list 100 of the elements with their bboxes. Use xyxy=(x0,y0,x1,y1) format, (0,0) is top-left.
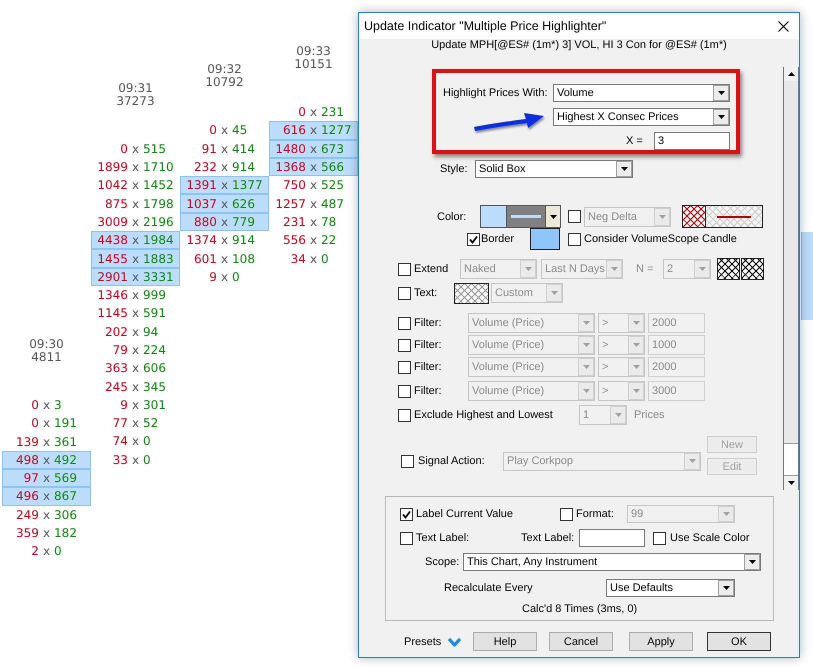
dropdown[interactable]: Highest X Consec Prices xyxy=(553,108,730,126)
down-arrow-icon[interactable] xyxy=(788,481,794,485)
checkbox[interactable] xyxy=(568,232,581,246)
window-title: Update Indicator "Multiple Price Highlighter" xyxy=(364,19,606,33)
checkbox[interactable] xyxy=(401,454,414,468)
volume-cell-text: 202 x 94 xyxy=(104,324,160,341)
volume-cell-text: 231 x 78 xyxy=(282,214,338,231)
checkbox-label: Border xyxy=(481,233,516,245)
close-icon[interactable] xyxy=(778,20,789,32)
dropdown[interactable]: Use Defaults xyxy=(606,579,735,597)
volume-cell-text: 0 x 231 xyxy=(297,104,345,122)
volume-cell-text: 2 x 0 xyxy=(30,543,63,560)
checkbox-label: Text: xyxy=(414,287,438,299)
checkbox[interactable] xyxy=(400,532,413,544)
dropdown[interactable]: Volume xyxy=(553,84,730,102)
volume-cell: 616 x 1277 xyxy=(269,121,358,140)
field-label: Prices xyxy=(634,409,666,421)
volume-cell-text: 875 x 1798 xyxy=(104,196,175,213)
checkbox[interactable] xyxy=(398,360,411,374)
bar-volume: 10151 xyxy=(294,58,333,71)
checkbox[interactable] xyxy=(560,508,573,520)
checkbox-label: Signal Action: xyxy=(418,455,486,467)
color-swatch[interactable] xyxy=(530,228,560,250)
checkbox-label: Format: xyxy=(576,508,615,520)
field-label: Color: xyxy=(437,210,468,222)
volume-cell: 880 x 779 xyxy=(180,212,269,232)
volume-cell-text: 0 x 45 xyxy=(208,122,248,140)
volume-cell-text: 1899 x 1710 xyxy=(96,159,175,176)
volume-cell-text: 9 x 301 xyxy=(119,396,167,414)
caret-icon[interactable] xyxy=(550,214,556,218)
pattern-swatch[interactable] xyxy=(454,282,489,304)
volume-cell-text: 139 x 361 xyxy=(15,434,78,451)
volume-cell: 1480 x 673 xyxy=(269,140,358,158)
checkbox-label: Extend xyxy=(414,263,450,275)
caret-icon[interactable] xyxy=(748,560,756,564)
checkbox[interactable] xyxy=(400,508,413,520)
field-label: Text Label: xyxy=(521,532,576,544)
volume-cell-text: 79 x 224 xyxy=(112,342,167,359)
volume-cell-text: 1346 x 999 xyxy=(96,287,167,304)
pattern-swatch[interactable] xyxy=(741,258,764,280)
volume-cell-text: 91 x 414 xyxy=(200,140,256,158)
dropdown[interactable]: Solid Box xyxy=(475,160,633,178)
dialog-button[interactable]: Cancel xyxy=(549,632,613,651)
checkbox-label: Filter: xyxy=(414,317,442,329)
volume-cell-text: 363 x 606 xyxy=(104,360,167,378)
checkbox-label: Text Label: xyxy=(416,532,470,544)
volume-cell: 4438 x 1984 xyxy=(91,231,180,250)
volume-cell-text: 9 x 0 xyxy=(208,268,241,286)
checkbox-label: Filter: xyxy=(414,385,442,397)
volume-cell: 1455 x 1883 xyxy=(91,249,180,268)
dialog-button[interactable]: Apply xyxy=(629,632,693,651)
volume-cell-text: 245 x 345 xyxy=(104,378,167,396)
checkbox-label: Use Scale Color xyxy=(670,532,750,544)
caret-icon[interactable] xyxy=(718,91,724,95)
chevron-down-icon[interactable] xyxy=(448,636,461,646)
pattern-swatch[interactable] xyxy=(717,258,740,280)
field-label: Recalculate Every xyxy=(444,582,534,594)
volume-cell: 1037 x 626 xyxy=(180,194,269,213)
checkbox[interactable] xyxy=(398,262,411,276)
field-label: N = xyxy=(636,263,654,275)
checkbox[interactable] xyxy=(398,286,411,300)
volume-cell-text: 34 x 0 xyxy=(290,250,330,268)
volume-cell: 1368 x 566 xyxy=(269,158,358,176)
scroll-thumb[interactable] xyxy=(784,443,798,476)
caret-icon[interactable] xyxy=(722,586,730,590)
volume-cell-text: 1145 x 591 xyxy=(96,305,167,322)
checkbox[interactable] xyxy=(398,408,411,422)
volume-cell-text: 750 x 525 xyxy=(282,177,345,194)
volume-cell-text: 359 x 182 xyxy=(15,525,78,542)
volume-cell-text: 3009 x 2196 xyxy=(96,214,175,231)
volume-cell-text: 601 x 108 xyxy=(193,250,256,268)
dropdown[interactable]: This Chart, Any Instrument xyxy=(463,553,761,571)
input-field[interactable] xyxy=(579,529,645,547)
checkbox[interactable] xyxy=(398,316,411,330)
checkbox[interactable] xyxy=(398,384,411,398)
bar-time: 09:32 xyxy=(207,63,242,76)
checkbox[interactable] xyxy=(467,232,480,246)
input-field[interactable]: 3 xyxy=(654,132,730,150)
checkbox[interactable] xyxy=(568,210,581,223)
dialog-button[interactable]: Help xyxy=(473,632,537,651)
status-text: Calc'd 8 Times (3ms, 0) xyxy=(522,603,636,615)
bar-volume: 37273 xyxy=(116,94,155,108)
bar-time: 09:33 xyxy=(296,45,331,58)
checkbox[interactable] xyxy=(398,338,411,352)
volume-cell-text: 1374 x 914 xyxy=(185,232,256,250)
color-picker[interactable] xyxy=(480,205,561,228)
volume-cell-text: 0 x 191 xyxy=(30,415,78,432)
checkbox-label: Label Current Value xyxy=(416,508,514,520)
bar-volume: 4811 xyxy=(31,350,62,364)
volume-cell-text: 77 x 52 xyxy=(112,415,160,432)
checkbox-label: Filter: xyxy=(414,339,442,351)
dialog-button[interactable]: OK xyxy=(707,632,771,651)
volume-cell-text: 232 x 914 xyxy=(193,159,256,176)
caret-icon[interactable] xyxy=(718,115,724,119)
up-arrow-icon[interactable] xyxy=(788,72,794,76)
volume-cell-text: 74 x 0 xyxy=(112,433,152,450)
caret-icon[interactable] xyxy=(620,167,628,171)
checkbox[interactable] xyxy=(653,532,666,544)
volume-cell: 1391 x 1377 xyxy=(180,176,269,194)
line-style-swatch[interactable] xyxy=(682,205,763,228)
